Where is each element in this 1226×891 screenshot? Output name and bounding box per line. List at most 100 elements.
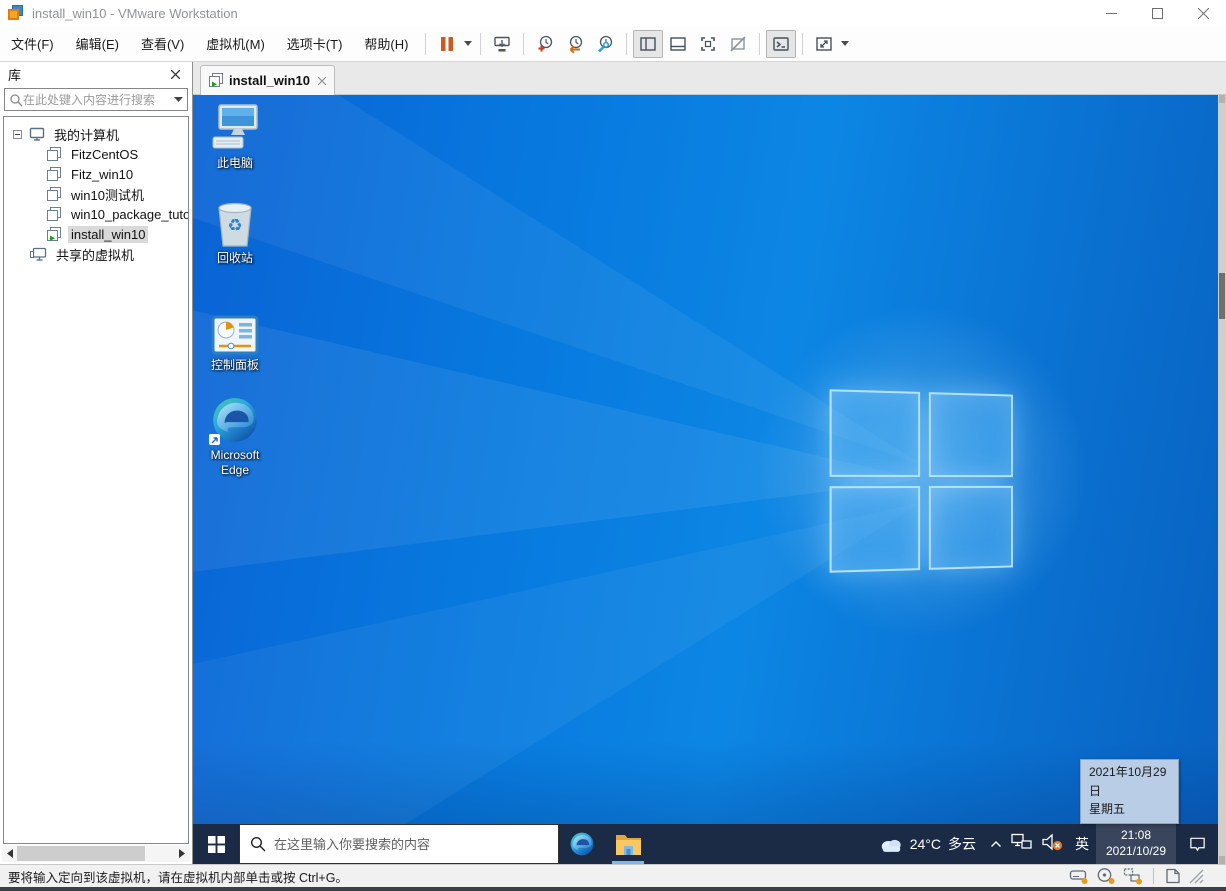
menu-view[interactable]: 查看(V)	[130, 26, 195, 61]
cloud-weather-icon	[881, 839, 901, 852]
taskbar-search-input[interactable]	[274, 836, 548, 852]
fullscreen-icon	[701, 36, 716, 51]
desktop-icon-microsoft-edge[interactable]: Microsoft Edge	[195, 395, 275, 478]
show-library-button[interactable]	[633, 29, 664, 58]
minimize-icon	[1105, 12, 1117, 14]
weather-temp: 24°C	[909, 836, 941, 852]
library-search-input[interactable]	[23, 92, 174, 107]
menu-edit[interactable]: 编辑(E)	[65, 26, 130, 61]
scroll-up-arrow[interactable]	[1219, 95, 1225, 103]
clock-time: 21:08	[1120, 828, 1152, 843]
manage-snapshots-button[interactable]	[590, 30, 620, 58]
maximize-button[interactable]	[1134, 0, 1180, 26]
console-icon	[773, 36, 790, 51]
revert-snapshot-button[interactable]	[560, 30, 590, 58]
taskbar-weather-widget[interactable]: 24°C 多云	[869, 824, 986, 864]
vm-console-screen[interactable]: 此电脑 ♻ 回收站 控制面板 Microsoft Edge 在这里输入你要搜索的…	[193, 95, 1218, 864]
menu-file[interactable]: 文件(F)	[0, 26, 65, 61]
toolbar-separator	[802, 32, 804, 55]
computer-icon	[29, 127, 45, 141]
vmware-status-bar: 要将输入定向到该虚拟机，请在虚拟机内部单击或按 Ctrl+G。	[0, 864, 1226, 891]
hidden-icons-chevron[interactable]	[990, 835, 1002, 853]
close-button[interactable]	[1180, 0, 1226, 26]
tree-item-shared-vms[interactable]: 共享的虚拟机	[4, 244, 188, 264]
free-stretch-button[interactable]	[809, 30, 839, 58]
library-close-button[interactable]	[166, 66, 184, 84]
tree-item-vm-selected[interactable]: install_win10	[4, 224, 188, 244]
tree-item-vm[interactable]: win10测试机	[4, 184, 188, 204]
desktop-icon-recycle-bin[interactable]: ♻ 回收站	[195, 198, 275, 266]
edge-icon	[195, 395, 275, 445]
stretch-dropdown[interactable]	[839, 30, 851, 58]
scrollbar-thumb[interactable]	[1219, 273, 1225, 319]
windows-logo-wallpaper	[829, 389, 1013, 573]
scroll-left-arrow-icon[interactable]	[2, 846, 17, 861]
tree-item-vm[interactable]: Fitz_win10	[4, 164, 188, 184]
chevron-down-icon	[841, 41, 850, 46]
collapse-icon[interactable]	[13, 129, 22, 139]
tab-close-button[interactable]	[317, 76, 326, 85]
menu-help[interactable]: 帮助(H)	[353, 26, 419, 61]
vm-icon	[47, 206, 62, 222]
svg-text:♻: ♻	[227, 216, 242, 235]
message-log-icon[interactable]	[1164, 867, 1182, 885]
network-adapter-status-icon[interactable]	[1123, 867, 1143, 885]
close-icon	[317, 76, 326, 85]
show-thumbnail-bar-button[interactable]	[663, 30, 693, 58]
send-ctrl-alt-del-button[interactable]	[487, 30, 517, 58]
menu-toolbar: 文件(F) 编辑(E) 查看(V) 虚拟机(M) 选项卡(T) 帮助(H)	[0, 26, 1226, 62]
vm-running-icon	[209, 73, 224, 88]
tab-strip: install_win10	[193, 62, 1226, 95]
thumbnail-bar-icon	[670, 36, 687, 51]
stretch-icon	[816, 36, 833, 51]
action-center-button[interactable]	[1176, 824, 1218, 864]
take-snapshot-button[interactable]	[530, 30, 560, 58]
tree-item-vm[interactable]: win10_package_tutoria	[4, 204, 188, 224]
tree-item-vm[interactable]: FitzCentOS	[4, 144, 188, 164]
hard-disk-status-icon[interactable]	[1069, 867, 1089, 885]
minimize-button[interactable]	[1088, 0, 1134, 26]
notification-icon	[1189, 837, 1205, 852]
unity-mode-icon	[730, 35, 747, 52]
library-header: 库	[0, 62, 192, 87]
tree-label: 共享的虚拟机	[56, 247, 135, 263]
desktop-icon-label: 回收站	[216, 251, 253, 265]
library-panel-icon	[640, 36, 657, 51]
network-tray-icon[interactable]	[1011, 833, 1032, 856]
tree-label: install_win10	[68, 225, 149, 243]
menu-vm[interactable]: 虚拟机(M)	[195, 26, 276, 61]
toolbar-separator	[523, 32, 525, 55]
volume-muted-icon[interactable]	[1041, 833, 1063, 856]
taskbar-edge-button[interactable]	[559, 824, 605, 864]
sidebar-horizontal-scrollbar[interactable]	[2, 845, 190, 862]
suspend-vm-button[interactable]	[432, 30, 462, 58]
taskbar-file-explorer-button[interactable]	[605, 824, 651, 864]
scrollbar-thumb[interactable]	[17, 846, 145, 861]
desktop-icon-control-panel[interactable]: 控制面板	[195, 305, 275, 373]
suspend-dropdown[interactable]	[462, 30, 474, 58]
titlebar: install_win10 - VMware Workstation	[0, 0, 1226, 26]
tooltip-weekday: 星期五	[1089, 802, 1126, 817]
console-view-button[interactable]	[766, 29, 797, 58]
unity-mode-button[interactable]	[723, 30, 753, 58]
scroll-down-arrow[interactable]	[1219, 856, 1225, 864]
taskbar-clock[interactable]: 21:08 2021/10/29	[1096, 824, 1176, 864]
scroll-right-arrow-icon[interactable]	[175, 846, 190, 861]
cd-rom-status-icon[interactable]	[1096, 867, 1116, 885]
vm-vertical-scrollbar[interactable]	[1218, 95, 1226, 864]
menu-tabs[interactable]: 选项卡(T)	[276, 26, 354, 61]
snapshot-revert-icon	[570, 35, 583, 53]
vm-icon	[47, 186, 62, 202]
desktop-icon-this-pc[interactable]: 此电脑	[195, 103, 275, 171]
ime-indicator[interactable]: 英	[1072, 834, 1092, 854]
tree-label: Fitz_win10	[71, 166, 134, 182]
tree-item-my-computer[interactable]: 我的计算机	[4, 124, 188, 144]
clock-date: 2021/10/29	[1105, 844, 1167, 858]
resize-grip[interactable]	[1189, 869, 1204, 884]
fullscreen-button[interactable]	[693, 30, 723, 58]
windows-start-icon	[207, 835, 225, 853]
chevron-down-icon[interactable]	[174, 97, 183, 102]
tab-install-win10[interactable]: install_win10	[200, 65, 335, 95]
window-title: install_win10 - VMware Workstation	[32, 5, 238, 21]
start-button[interactable]	[193, 824, 239, 864]
